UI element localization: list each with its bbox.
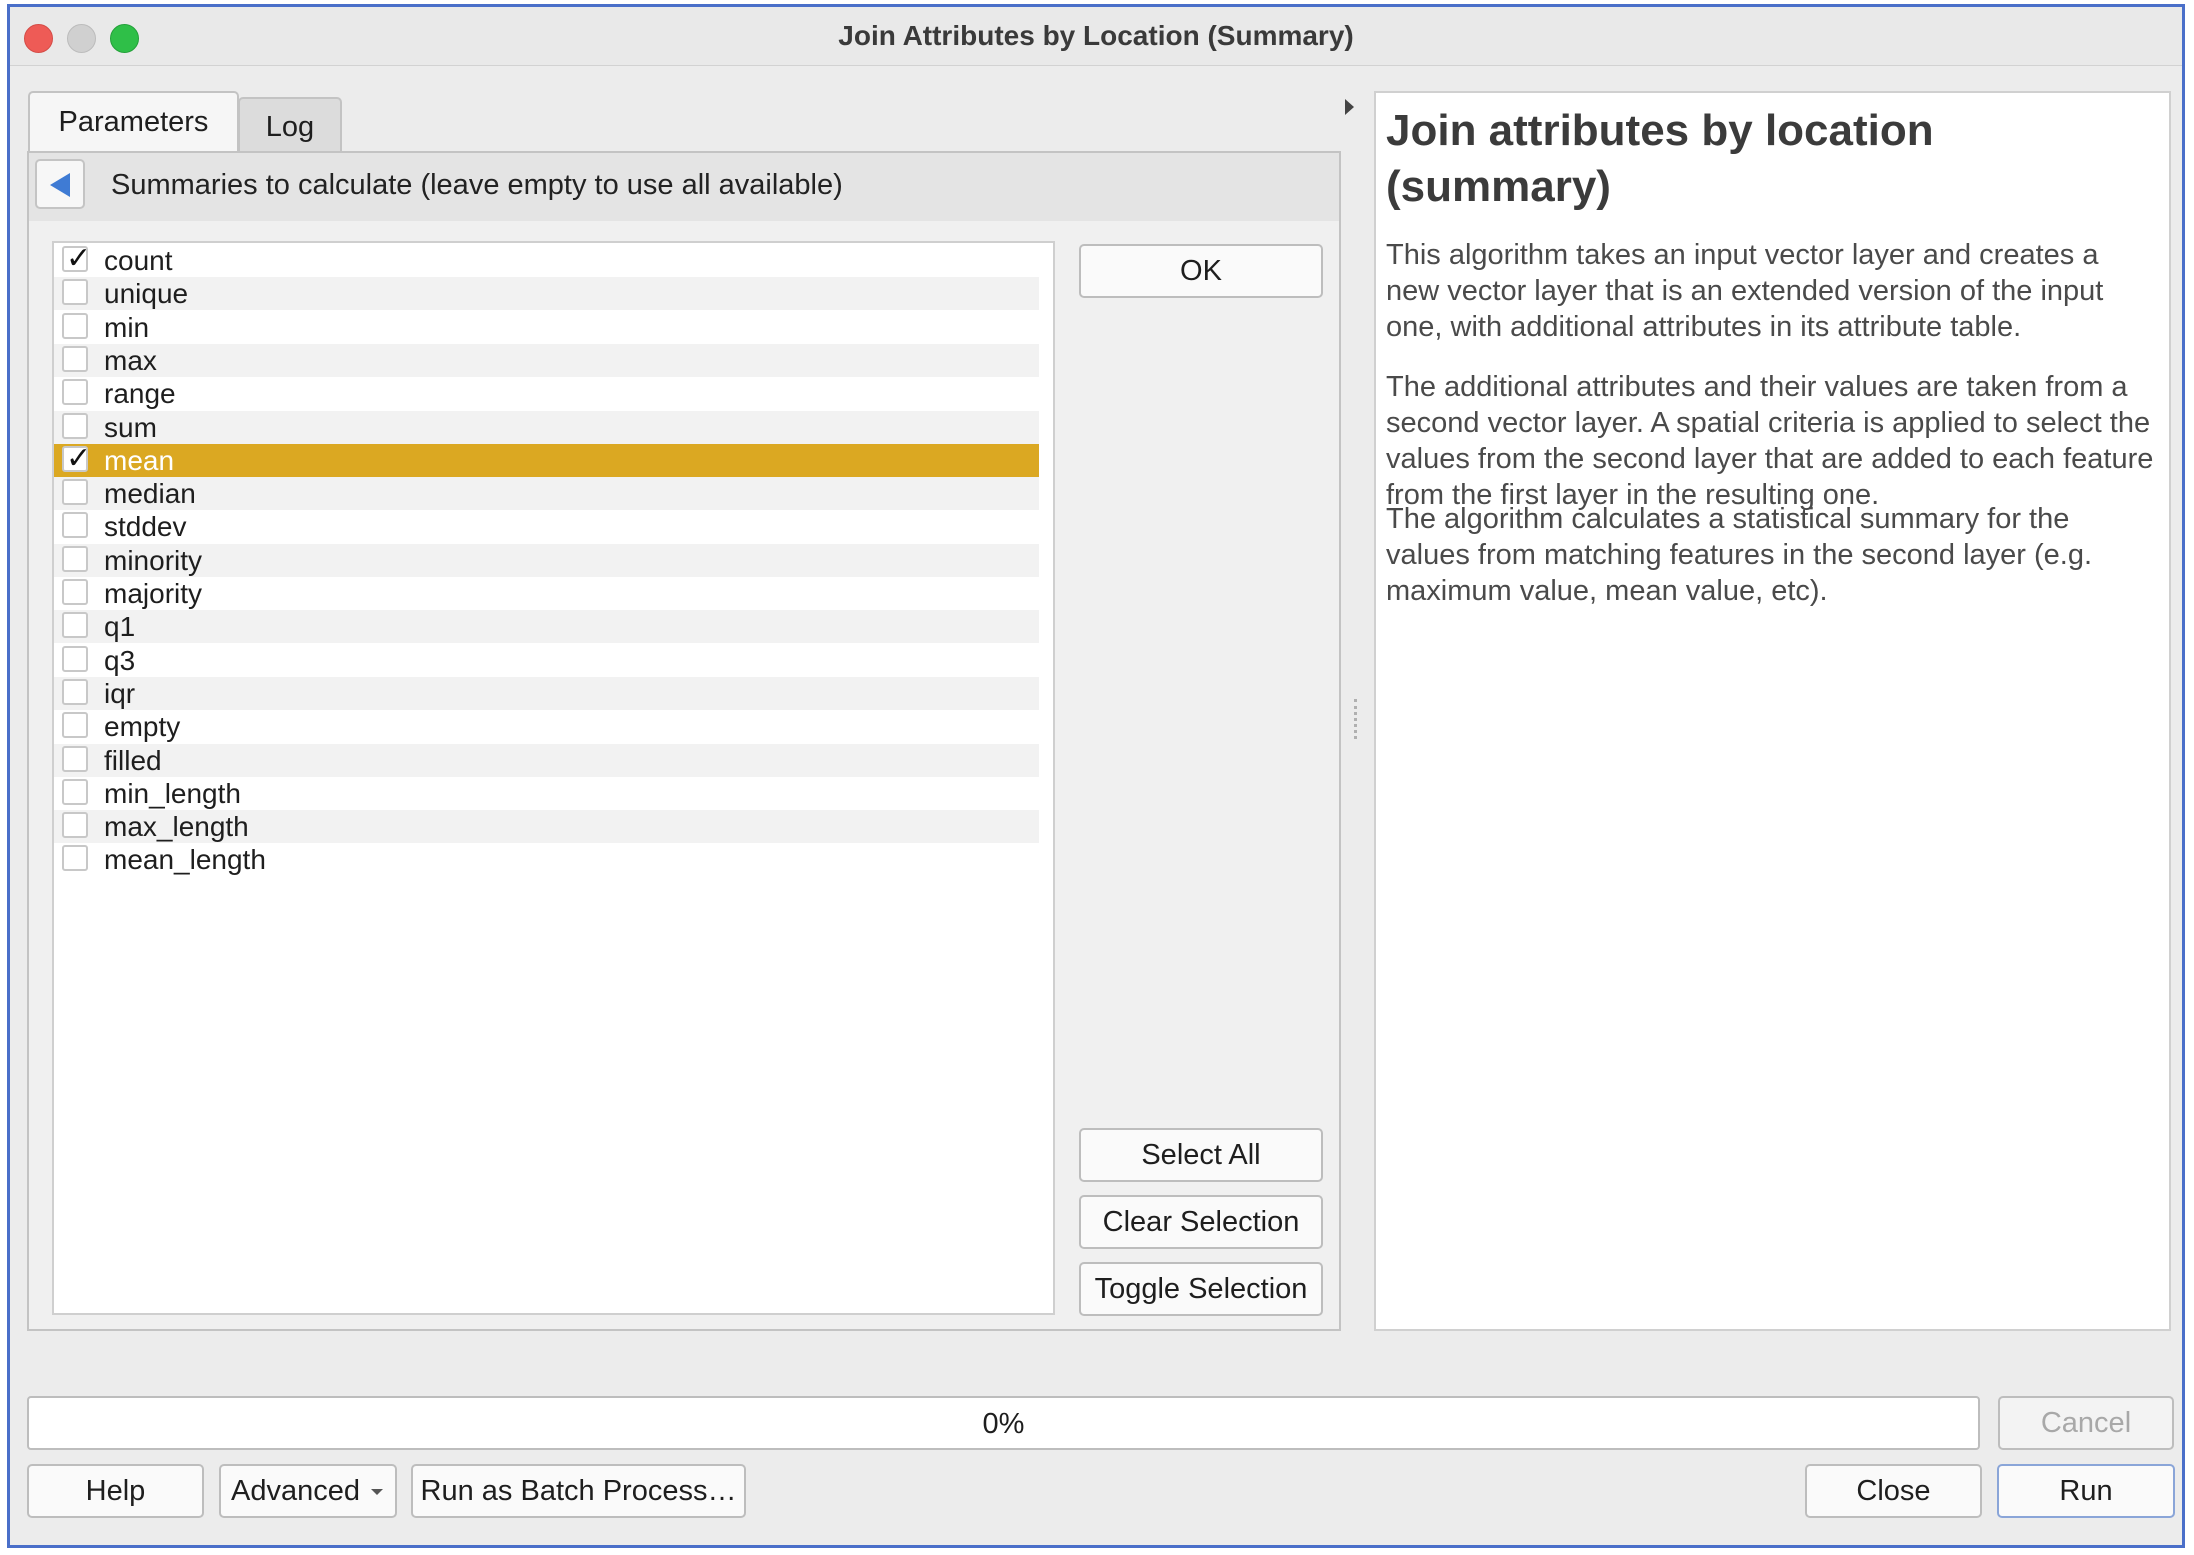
list-item[interactable]: ✓ count <box>54 242 1039 277</box>
list-item[interactable]: max_length <box>54 810 1039 844</box>
list-item[interactable]: ✓ mean <box>54 441 1039 477</box>
list-item-label: majority <box>104 578 203 609</box>
list-item[interactable]: unique <box>54 277 1039 311</box>
checkbox[interactable]: ✓ <box>62 242 91 276</box>
advanced-label: Advanced <box>231 1475 360 1507</box>
summaries-title: Summaries to calculate (leave empty to u… <box>111 169 843 201</box>
list-item[interactable]: q1 <box>54 610 1039 644</box>
title-bar: Join Attributes by Location (Summary) <box>10 7 2182 66</box>
help-button[interactable]: Help <box>27 1464 204 1518</box>
list-item[interactable]: max <box>54 343 1039 377</box>
progress-bar: 0% <box>27 1396 1980 1450</box>
checkbox[interactable] <box>62 579 88 605</box>
checkbox[interactable] <box>62 512 88 539</box>
list-item[interactable]: q3 <box>54 644 1039 677</box>
window-title: Join Attributes by Location (Summary) <box>838 20 1354 51</box>
list-item-label: unique <box>104 278 189 310</box>
list-item-label: range <box>104 378 176 410</box>
list-item-label: sum <box>104 411 157 443</box>
list-item[interactable]: sum <box>54 410 1039 444</box>
help-paragraph: This algorithm takes an input vector lay… <box>1386 239 2104 343</box>
checkbox[interactable] <box>62 712 88 739</box>
toggle-selection-button[interactable]: Toggle Selection <box>1079 1262 1323 1316</box>
list-item[interactable]: mean_length <box>54 843 1039 876</box>
list-item-label: mean_length <box>104 844 266 876</box>
list-item[interactable]: range <box>54 377 1039 410</box>
run-button[interactable]: Run <box>1997 1464 2175 1518</box>
checkbox[interactable] <box>62 745 88 772</box>
list-item[interactable]: min <box>54 311 1039 344</box>
list-item[interactable]: empty <box>54 710 1039 743</box>
list-item-label: filled <box>104 744 162 776</box>
tab-parameters[interactable]: Parameters <box>28 91 239 153</box>
parameters-panel: Summaries to calculate (leave empty to u… <box>27 151 1341 1331</box>
checkmark-icon: ✓ <box>66 241 92 276</box>
checkbox[interactable] <box>62 279 88 306</box>
list-item[interactable]: median <box>54 477 1039 511</box>
cancel-button[interactable]: Cancel <box>1998 1396 2174 1450</box>
checkbox[interactable] <box>62 812 88 839</box>
checkbox[interactable] <box>62 345 88 372</box>
splitter-handle[interactable] <box>1354 699 1360 739</box>
list-item[interactable]: majority <box>54 577 1039 610</box>
back-arrow-icon <box>50 173 70 197</box>
progress-label: 0% <box>982 1408 1025 1440</box>
dropdown-caret-icon <box>371 1489 383 1495</box>
advanced-button[interactable]: Advanced <box>219 1464 397 1518</box>
help-title: Join attributes by location (summary) <box>1386 106 1934 211</box>
list-item[interactable]: iqr <box>54 676 1039 710</box>
checkbox[interactable] <box>62 845 88 872</box>
list-item-label: max <box>104 344 157 376</box>
summaries-list[interactable]: ✓ count unique min max range sum ✓ mean median std… <box>52 241 1055 1315</box>
list-item-label: q3 <box>104 644 136 676</box>
checkmark-icon: ✓ <box>66 440 92 476</box>
list-item-label: stddev <box>104 511 187 543</box>
list-item[interactable]: min_length <box>54 777 1039 810</box>
list-item-label: median <box>104 478 196 510</box>
select-all-button[interactable]: Select All <box>1079 1128 1323 1182</box>
dialog-window: Join Attributes by Location (Summary) Pa… <box>7 4 2185 1548</box>
checkbox[interactable] <box>62 479 88 506</box>
checkbox[interactable] <box>62 379 88 406</box>
back-button[interactable] <box>35 159 85 209</box>
checkbox[interactable] <box>62 612 88 639</box>
checkbox[interactable] <box>62 545 88 572</box>
checkbox[interactable]: ✓ <box>62 441 91 475</box>
checkbox[interactable] <box>62 645 88 672</box>
help-panel: Join attributes by location (summary) Th… <box>1374 91 2171 1331</box>
collapse-help-icon[interactable] <box>1345 99 1354 115</box>
checkbox[interactable] <box>62 778 88 805</box>
checkbox[interactable] <box>62 678 88 705</box>
list-item[interactable]: filled <box>54 743 1039 777</box>
list-item-label: q1 <box>104 611 136 643</box>
help-paragraph: The additional attributes and their valu… <box>1386 371 2154 511</box>
list-item-label: minority <box>104 544 203 576</box>
run-batch-button[interactable]: Run as Batch Process… <box>411 1464 746 1518</box>
help-paragraph: The algorithm calculates a statistical s… <box>1386 503 2093 607</box>
list-item-label: min <box>104 311 150 343</box>
clear-selection-button[interactable]: Clear Selection <box>1079 1195 1323 1249</box>
list-item[interactable]: stddev <box>54 510 1039 543</box>
ok-button[interactable]: OK <box>1079 244 1323 298</box>
list-item-label: mean <box>104 444 175 476</box>
list-item-label: min_length <box>104 777 241 809</box>
list-item-label: iqr <box>104 677 136 709</box>
list-item-label: count <box>104 245 173 276</box>
tab-log[interactable]: Log <box>238 97 342 153</box>
list-item-label: empty <box>104 711 181 743</box>
checkbox[interactable] <box>62 312 88 339</box>
close-button[interactable]: Close <box>1805 1464 1982 1518</box>
list-item-label: max_length <box>104 811 249 843</box>
summaries-header: Summaries to calculate (leave empty to u… <box>29 153 1339 221</box>
checkbox[interactable] <box>62 412 88 439</box>
list-item[interactable]: minority <box>54 543 1039 577</box>
